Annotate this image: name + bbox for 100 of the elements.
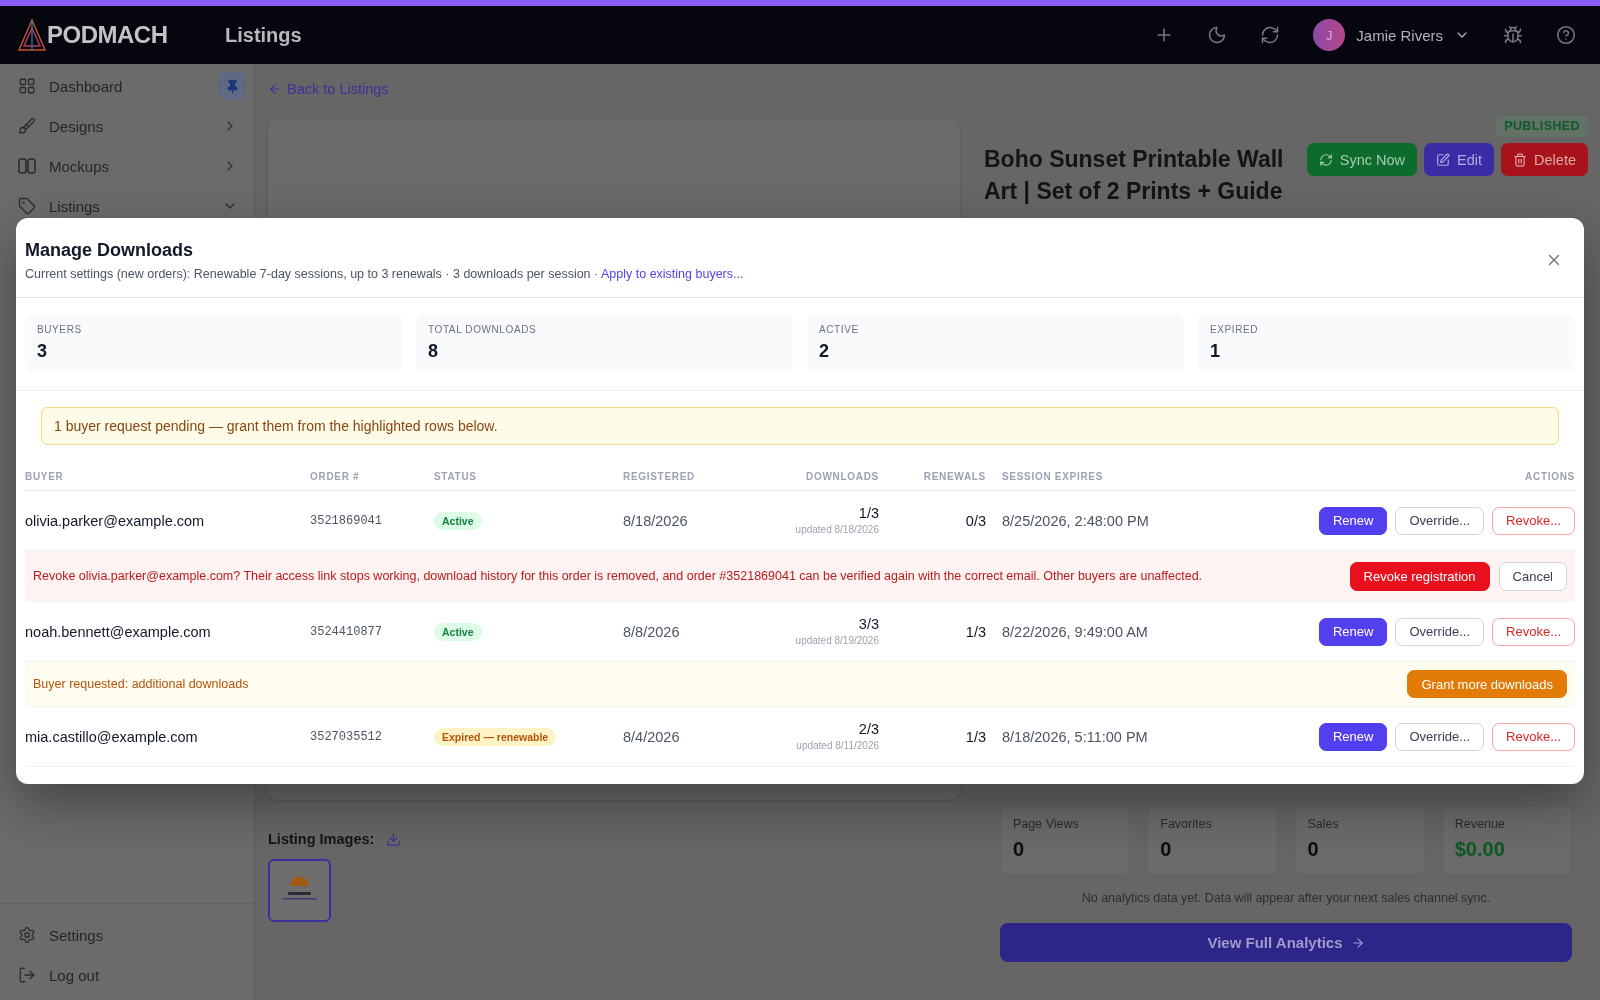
sidebar-item[interactable]: Mockups	[0, 146, 246, 186]
status-badge: PUBLISHED	[1496, 116, 1588, 137]
renew-button[interactable]: Renew	[1318, 722, 1388, 751]
settings-summary: Current settings (new orders): Renewable 7-day sessions, up to 3 renewals · 3 downloads per session · Apply to existing buyers...	[25, 266, 744, 282]
column-header: REGISTERED	[623, 471, 695, 482]
refresh-icon	[1318, 152, 1333, 167]
delete-button[interactable]: Delete	[1501, 143, 1588, 176]
design-thumbnail[interactable]	[268, 859, 331, 922]
buyer-email: mia.castillo@example.com	[25, 728, 199, 745]
arrow-right-icon	[1350, 935, 1365, 950]
buyer-email: olivia.parker@example.com	[25, 512, 206, 529]
order-number: 3521869041	[310, 513, 383, 528]
override-button[interactable]: Override...	[1395, 617, 1485, 646]
download-icon	[386, 831, 402, 847]
buyer-email: noah.bennett@example.com	[25, 623, 212, 640]
stat-label: BUYERS	[37, 324, 83, 336]
logo-text: PODMACH	[47, 21, 168, 49]
renewals-count: 1/3	[965, 728, 986, 745]
column-header: SESSION EXPIRES	[1001, 471, 1104, 482]
section-label: Listing Images:	[268, 831, 375, 847]
apply-to-existing-link[interactable]: Apply to existing buyers...	[601, 267, 744, 281]
user-avatar: J	[1313, 19, 1346, 51]
sidebar-item[interactable]: Listings	[0, 186, 246, 226]
revoke-button[interactable]: Revoke...	[1492, 722, 1575, 751]
stat-label: Page Views	[1013, 816, 1080, 832]
column-header: STATUS	[434, 471, 477, 482]
status-badge: Expired — renewable	[434, 727, 557, 746]
order-number: 3527035512	[310, 729, 383, 744]
pin-icon	[224, 78, 240, 94]
tag-icon	[18, 197, 36, 215]
renew-button[interactable]: Renew	[1318, 506, 1388, 535]
downloads-count: 3/3	[858, 616, 879, 633]
registered-date: 8/4/2026	[623, 728, 681, 745]
stat-value: $0.00	[1454, 837, 1506, 861]
dialog-title: Manage Downloads	[25, 239, 195, 262]
view-full-analytics-button[interactable]: View Full Analytics	[1000, 923, 1572, 962]
grid-icon	[18, 77, 36, 95]
override-button[interactable]: Override...	[1395, 722, 1485, 751]
logo-icon	[18, 18, 46, 52]
grant-downloads-button[interactable]: Grant more downloads	[1407, 670, 1567, 698]
stat-label: TOTAL DOWNLOADS	[428, 324, 538, 336]
stat-value: 8	[428, 340, 439, 362]
revoke-registration-button[interactable]: Revoke registration	[1349, 561, 1490, 591]
stat-value: 0	[1307, 837, 1320, 861]
column-header: ORDER #	[310, 471, 360, 482]
settings-icon	[18, 926, 36, 944]
revoke-button[interactable]: Revoke...	[1492, 506, 1575, 535]
stat-value: 1	[1210, 340, 1221, 362]
stat-value: 0	[1013, 837, 1026, 861]
stat-label: ACTIVE	[819, 324, 860, 336]
columns-icon	[18, 157, 36, 175]
trash-icon	[1513, 152, 1528, 167]
override-button[interactable]: Override...	[1395, 506, 1485, 535]
column-header: ACTIONS	[1525, 471, 1575, 482]
stat-value: 3	[37, 340, 48, 362]
downloads-updated-date: updated 8/11/2026	[796, 739, 879, 752]
stat-label: Favorites	[1160, 816, 1213, 832]
pending-requests-banner: 1 buyer request pending — grant them from the highlighted rows below.	[41, 407, 1559, 445]
session-expires: 8/18/2026, 5:11:00 PM	[1001, 728, 1149, 745]
session-expires: 8/22/2026, 9:49:00 AM	[1001, 623, 1149, 640]
revoke-warning-text: Revoke olivia.parker@example.com? Their access link stops working, download history for this order is removed, and order #3521869041 can be verified again with the correct email. Other buyers are unaffected.	[33, 569, 1203, 583]
column-header: BUYER	[25, 471, 64, 482]
column-header: RENEWALS	[923, 471, 986, 482]
status-badge: Active	[434, 622, 482, 641]
session-expires: 8/25/2026, 2:48:00 PM	[1001, 512, 1150, 529]
sidebar-item[interactable]: Settings	[0, 915, 246, 955]
sidebar-item[interactable]: Log out	[0, 955, 246, 995]
stat-label: Sales	[1307, 816, 1340, 832]
cancel-button[interactable]: Cancel	[1498, 561, 1567, 591]
listing-title: Boho Sunset Printable Wall Art | Set of 2 Prints + Guide	[984, 145, 1285, 206]
edit-button[interactable]: Edit	[1424, 143, 1495, 176]
renewals-count: 1/3	[965, 623, 986, 640]
downloads-count: 2/3	[858, 721, 879, 738]
help-icon	[1556, 25, 1576, 45]
user-menu-button[interactable]: J Jamie Rivers	[1313, 19, 1470, 51]
status-badge: Active	[434, 511, 482, 530]
registered-date: 8/18/2026	[623, 512, 689, 529]
bug-icon	[1503, 25, 1523, 45]
renew-button[interactable]: Renew	[1318, 617, 1388, 646]
page-title: Listings	[225, 23, 302, 47]
sidebar-item[interactable]: Dashboard	[0, 66, 214, 106]
sync-button[interactable]: Sync Now	[1306, 143, 1418, 176]
stat-value: 0	[1160, 837, 1173, 861]
stat-label: EXPIRED	[1210, 324, 1260, 336]
revoke-button[interactable]: Revoke...	[1492, 617, 1575, 646]
downloads-count: 1/3	[858, 505, 879, 522]
moon-icon	[1207, 25, 1228, 45]
column-header: DOWNLOADS	[806, 471, 879, 482]
pencil-icon	[1436, 152, 1451, 167]
sidebar-item[interactable]: Designs	[0, 106, 246, 146]
logout-icon	[18, 966, 36, 984]
refresh-icon	[1260, 25, 1281, 45]
downloads-updated-date: updated 8/18/2026	[795, 523, 879, 536]
registered-date: 8/8/2026	[623, 623, 681, 640]
stat-label: Revenue	[1454, 816, 1506, 832]
order-number: 3524410877	[310, 624, 383, 639]
request-text: Buyer requested: additional downloads	[33, 677, 249, 691]
renewals-count: 0/3	[965, 512, 986, 529]
brush-icon	[18, 117, 36, 135]
downloads-updated-date: updated 8/19/2026	[795, 634, 879, 647]
